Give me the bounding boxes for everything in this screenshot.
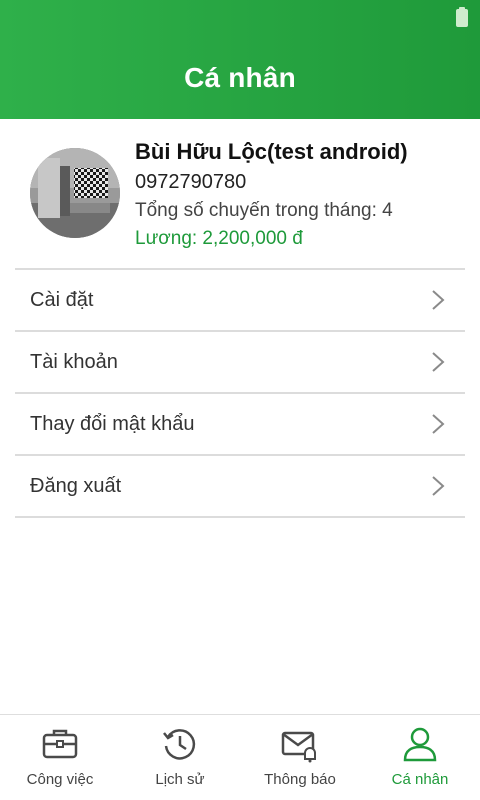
nav-tab-label: Cá nhân <box>391 771 449 788</box>
menu-item-label: Đăng xuất <box>30 474 122 497</box>
chevron-right-icon <box>432 352 445 372</box>
avatar[interactable] <box>30 148 120 238</box>
app-header: Cá nhân <box>0 0 480 119</box>
menu-item-label: Thay đổi mật khẩu <box>30 412 195 435</box>
nav-tab-history[interactable]: Lịch sử <box>120 715 240 800</box>
nav-tab-jobs[interactable]: Công việc <box>0 715 120 800</box>
mail-bell-icon <box>281 731 316 763</box>
briefcase-icon <box>42 729 78 759</box>
menu-item-logout[interactable]: Đăng xuất <box>15 456 465 516</box>
menu-item-label: Cài đặt <box>30 288 94 311</box>
nav-tab-profile[interactable]: Cá nhân <box>360 715 480 800</box>
profile-phone: 0972790780 <box>135 171 247 193</box>
bottom-nav: Công việc Lịch sử Thông báo Cá nhân <box>0 714 480 800</box>
nav-tab-label: Thông báo <box>264 771 336 788</box>
nav-tab-label: Lịch sử <box>155 771 205 788</box>
avatar-photo <box>30 148 120 238</box>
settings-menu: Cài đặt Tài khoản Thay đổi mật khẩu Đăng… <box>15 268 465 518</box>
battery-icon <box>456 7 468 27</box>
chevron-right-icon <box>432 290 445 310</box>
app-root: Cá nhân Bùi Hữu Lộc(test android) 097279… <box>0 0 480 800</box>
menu-item-settings[interactable]: Cài đặt <box>15 270 465 330</box>
user-icon <box>403 727 437 762</box>
history-icon <box>163 729 196 760</box>
status-bar <box>0 0 480 34</box>
nav-tab-notifications[interactable]: Thông báo <box>240 715 360 800</box>
divider <box>15 516 465 518</box>
profile-card: Bùi Hữu Lộc(test android) 0972790780 Tổn… <box>0 119 480 269</box>
profile-trip-count: Tổng số chuyến trong tháng: 4 <box>135 200 393 221</box>
menu-item-account[interactable]: Tài khoản <box>15 332 465 392</box>
menu-item-label: Tài khoản <box>30 350 118 373</box>
profile-salary: Lương: 2,200,000 đ <box>135 228 303 249</box>
profile-name: Bùi Hữu Lộc(test android) <box>135 139 408 164</box>
nav-tab-label: Công việc <box>26 771 94 788</box>
menu-item-change-password[interactable]: Thay đổi mật khẩu <box>15 394 465 454</box>
chevron-right-icon <box>432 414 445 434</box>
chevron-right-icon <box>432 476 445 496</box>
page-title: Cá nhân <box>184 62 296 93</box>
